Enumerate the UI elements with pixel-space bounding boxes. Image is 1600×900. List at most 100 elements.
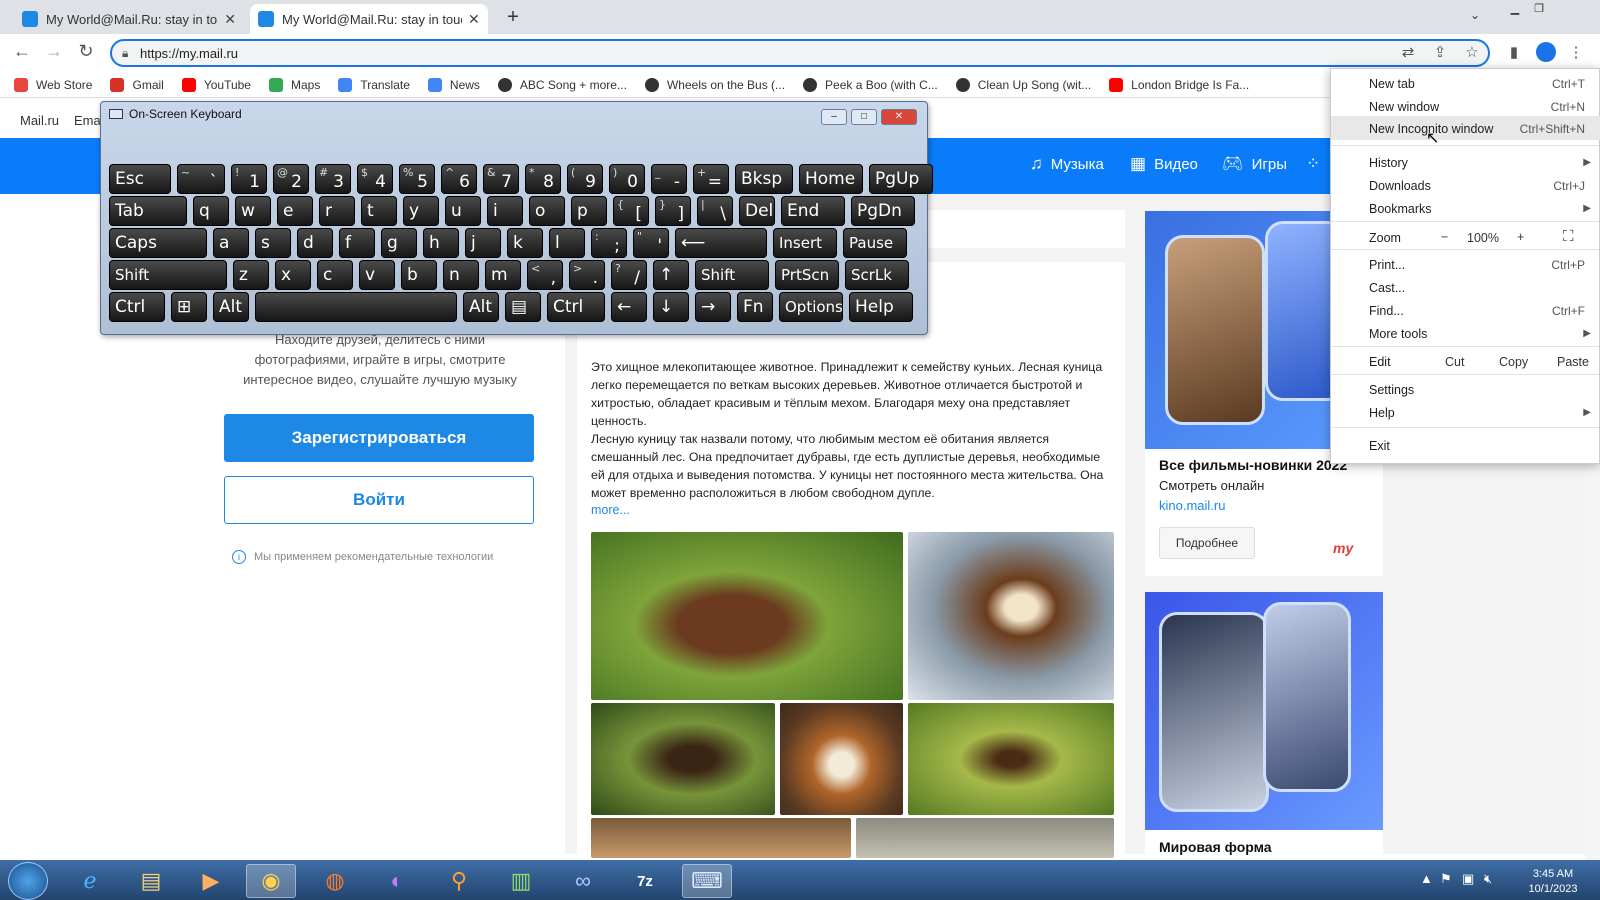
osk-key[interactable]: & 7 — [483, 164, 519, 194]
bookmark-translate[interactable]: Translate — [338, 77, 410, 92]
osk-key[interactable]: Options — [779, 292, 843, 322]
osk-key[interactable]: % 5 — [399, 164, 435, 194]
zoom-in-button[interactable]: + — [1517, 230, 1524, 244]
osk-key[interactable]: h — [423, 228, 459, 258]
clock[interactable]: 3:45 AM 10/1/2023 — [1518, 867, 1588, 897]
osk-key[interactable]: | \ — [697, 196, 733, 226]
start-button[interactable] — [8, 862, 48, 900]
zoom-out-button[interactable]: − — [1441, 230, 1448, 244]
media-player-icon[interactable]: ▶ — [186, 864, 236, 898]
bookmark-clean-up[interactable]: Clean Up Song (wit... — [955, 77, 1091, 92]
menu-more-tools[interactable]: More tools — [1369, 327, 1427, 341]
osk-key[interactable]: ▤ — [505, 292, 541, 322]
ad-link[interactable]: kino.mail.ru — [1159, 498, 1225, 513]
keyboard-app-icon[interactable]: ⌨ — [682, 864, 732, 898]
bookmark-web-store[interactable]: Web Store — [14, 77, 92, 92]
osk-key[interactable]: u — [445, 196, 481, 226]
osk-key[interactable]: m — [485, 260, 521, 290]
menu-settings[interactable]: Settings — [1369, 383, 1414, 397]
profile-avatar[interactable] — [1536, 42, 1556, 62]
osk-key[interactable]: Shift — [695, 260, 769, 290]
ad-title[interactable]: Все фильмы-новинки 2022 — [1159, 457, 1347, 473]
side-panel-icon[interactable]: ▮ — [1504, 43, 1524, 61]
osk-key[interactable]: ScrLk — [845, 260, 909, 290]
nav-music[interactable]: ♫ Музыка — [1030, 154, 1104, 174]
translate-icon[interactable]: ⇄ — [1398, 43, 1418, 61]
menu-exit[interactable]: Exit — [1369, 439, 1390, 453]
osk-key[interactable]: o — [529, 196, 565, 226]
osk-key[interactable]: * 8 — [525, 164, 561, 194]
bookmark-abc-song[interactable]: ABC Song + more... — [497, 77, 627, 92]
osk-key[interactable]: b — [401, 260, 437, 290]
osk-key[interactable]: t — [361, 196, 397, 226]
marten-photo[interactable] — [591, 818, 851, 858]
osk-key[interactable]: <, — [527, 260, 563, 290]
bookmark-youtube[interactable]: YouTube — [181, 77, 251, 92]
osk-key[interactable]: g — [381, 228, 417, 258]
nav-games[interactable]: 🎮︎ Игры — [1222, 154, 1287, 174]
osk-key[interactable]: Ctrl — [109, 292, 165, 322]
osk-key[interactable]: d — [297, 228, 333, 258]
osk-key[interactable]: End — [781, 196, 845, 226]
infinity-app-icon[interactable]: ∞ — [558, 864, 608, 898]
osk-key[interactable]: Home — [799, 164, 863, 194]
tab-active[interactable]: My World@Mail.Ru: stay in touch ✕ — [250, 4, 488, 34]
osk-key[interactable]: ? / — [611, 260, 647, 290]
nav-more-icon[interactable]: ⁘ — [1306, 154, 1328, 174]
osk-key[interactable]: n — [443, 260, 479, 290]
osk-key[interactable]: ← — [611, 292, 647, 322]
osk-key[interactable]: ) 0 — [609, 164, 645, 194]
bookmark-gmail[interactable]: Gmail — [110, 77, 164, 92]
osk-key[interactable]: i — [487, 196, 523, 226]
menu-new-window[interactable]: New window — [1369, 100, 1439, 114]
maximize-icon[interactable]: □ — [851, 109, 877, 125]
marten-photo[interactable] — [856, 818, 1114, 858]
new-tab-button[interactable]: + — [500, 6, 526, 32]
osk-key[interactable]: Alt — [463, 292, 499, 322]
osk-key[interactable]: ↓ — [653, 292, 689, 322]
osk-key[interactable] — [255, 292, 457, 322]
marten-photo[interactable] — [591, 703, 775, 815]
ie-icon[interactable]: ℯ — [65, 864, 115, 898]
chart-app-icon[interactable]: ▥ — [496, 864, 546, 898]
menu-help[interactable]: Help — [1369, 406, 1395, 420]
forward-icon[interactable]: → — [42, 41, 66, 62]
osk-key[interactable]: :; — [591, 228, 627, 258]
marten-photo[interactable] — [780, 703, 903, 815]
tray-flag-icon[interactable]: ⚑ — [1440, 871, 1452, 887]
bookmark-wheels-bus[interactable]: Wheels on the Bus (... — [644, 77, 785, 92]
register-button[interactable]: Зарегистрироваться — [224, 414, 534, 462]
share-icon[interactable]: ⇪ — [1430, 43, 1450, 61]
tab-search-icon[interactable]: ⌄ — [1470, 8, 1480, 22]
minimize-icon[interactable]: – — [821, 109, 847, 125]
search-app-icon[interactable]: ⚲ — [434, 864, 484, 898]
login-button[interactable]: Войти — [224, 476, 534, 524]
menu-print[interactable]: Print... — [1369, 258, 1405, 272]
bookmark-london-bridge[interactable]: London Bridge Is Fa... — [1109, 77, 1249, 92]
osk-key[interactable]: #3 — [315, 164, 351, 194]
menu-find[interactable]: Find... — [1369, 304, 1404, 318]
osk-key[interactable]: r — [319, 196, 355, 226]
url-input[interactable] — [140, 44, 1340, 62]
reload-icon[interactable]: ↻ — [74, 41, 98, 62]
paste-button[interactable]: Paste — [1557, 355, 1589, 369]
close-icon[interactable]: ✕ — [468, 11, 480, 28]
explorer-icon[interactable]: ▤ — [126, 864, 176, 898]
osk-key[interactable]: q — [193, 196, 229, 226]
osk-key[interactable]: Shift — [109, 260, 227, 290]
menu-new-tab[interactable]: New tab — [1369, 77, 1415, 91]
ad-image[interactable] — [1145, 592, 1383, 830]
cut-button[interactable]: Cut — [1445, 355, 1464, 369]
bookmark-peek-a-boo[interactable]: Peek a Boo (with C... — [803, 77, 938, 92]
osk-key[interactable]: Alt — [213, 292, 249, 322]
osk-key[interactable]: ↑ — [653, 260, 689, 290]
copy-button[interactable]: Copy — [1499, 355, 1528, 369]
osk-key[interactable]: l — [549, 228, 585, 258]
osk-key[interactable]: Help — [849, 292, 913, 322]
osk-key[interactable]: w — [235, 196, 271, 226]
marten-photo[interactable] — [908, 532, 1114, 700]
osk-key[interactable]: Del — [739, 196, 775, 226]
osk-key[interactable]: }] — [655, 196, 691, 226]
tray-volume-icon[interactable]: 🔇︎ — [1484, 871, 1492, 887]
osk-key[interactable]: Esc — [109, 164, 171, 194]
